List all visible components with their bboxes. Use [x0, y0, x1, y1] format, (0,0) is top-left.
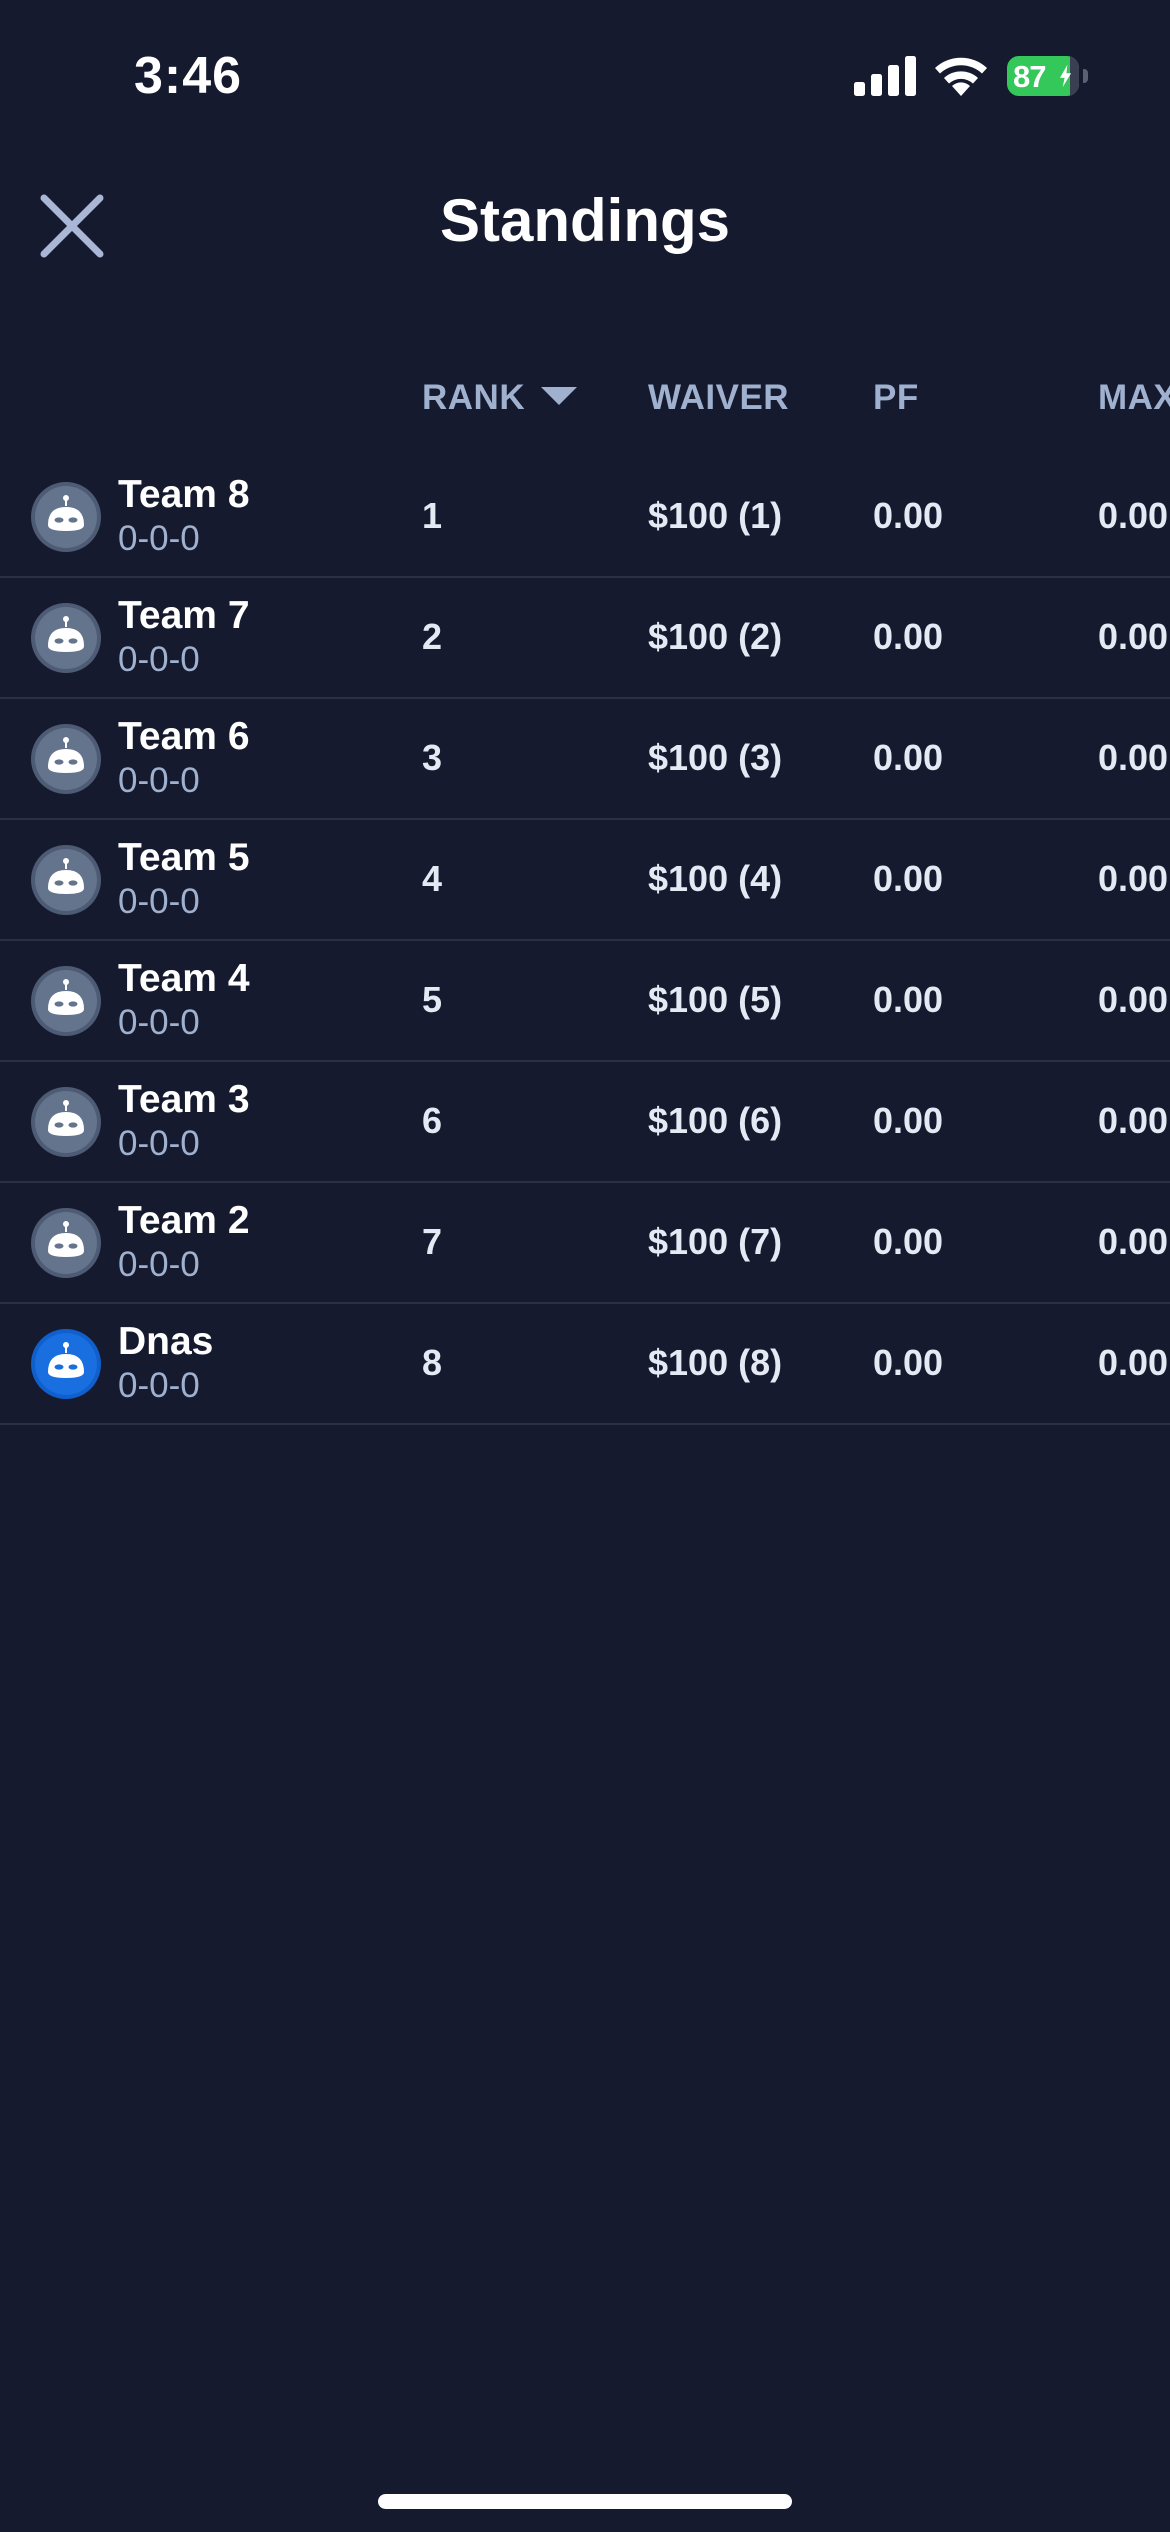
page-title: Standings — [439, 187, 730, 254]
team-name: Team 4 — [118, 957, 250, 1000]
waiver-cell: $100 (6) — [648, 1100, 783, 1141]
column-header-waiver[interactable]: WAIVER — [648, 378, 789, 418]
status-bar: 3:46 87 — [0, 0, 1170, 150]
pf-cell: 0.00 — [873, 858, 944, 899]
team-name: Team 7 — [118, 594, 250, 637]
pf-cell: 0.00 — [873, 495, 944, 536]
pf-cell: 0.00 — [873, 979, 944, 1020]
team-name: Team 6 — [118, 715, 250, 758]
team-name: Team 2 — [118, 1199, 250, 1242]
team-name: Team 5 — [118, 836, 250, 879]
rank-cell: 8 — [422, 1342, 443, 1383]
rank-cell: 7 — [422, 1221, 443, 1262]
team-record: 0-0-0 — [118, 1245, 200, 1284]
robot-avatar-icon — [31, 1208, 101, 1278]
battery-tip — [1083, 69, 1088, 83]
column-header-rank[interactable]: RANK — [422, 378, 578, 418]
table-row[interactable]: Team 8 0-0-0 1 $100 (1) 0.00 0.00 — [0, 457, 1170, 578]
sort-descending-icon — [541, 386, 578, 405]
waiver-cell: $100 (3) — [648, 737, 783, 778]
robot-avatar-icon — [31, 1087, 101, 1157]
battery-indicator: 87 — [1007, 56, 1089, 96]
pf-cell: 0.00 — [873, 737, 944, 778]
rank-cell: 3 — [422, 737, 443, 778]
table-row[interactable]: Team 4 0-0-0 5 $100 (5) 0.00 0.00 — [0, 941, 1170, 1062]
waiver-cell: $100 (4) — [648, 858, 783, 899]
column-header-rank-label: RANK — [422, 378, 526, 417]
rank-cell: 2 — [422, 616, 443, 657]
rank-cell: 1 — [422, 495, 443, 536]
rank-cell: 4 — [422, 858, 443, 899]
max-cell: 0.00 — [1098, 1221, 1169, 1262]
pf-cell: 0.00 — [873, 1221, 944, 1262]
max-cell: 0.00 — [1098, 1100, 1169, 1141]
home-indicator[interactable] — [378, 2494, 792, 2509]
pf-cell: 0.00 — [873, 1100, 944, 1141]
team-record: 0-0-0 — [118, 761, 200, 800]
team-record: 0-0-0 — [118, 882, 200, 921]
table-row[interactable]: Team 7 0-0-0 2 $100 (2) 0.00 0.00 — [0, 578, 1170, 699]
waiver-cell: $100 (2) — [648, 616, 783, 657]
robot-avatar-icon — [31, 1329, 101, 1399]
team-name: Team 8 — [118, 473, 250, 516]
waiver-cell: $100 (7) — [648, 1221, 783, 1262]
wifi-icon — [935, 57, 987, 96]
robot-avatar-icon — [31, 482, 101, 552]
robot-avatar-icon — [31, 724, 101, 794]
table-row[interactable]: Team 5 0-0-0 4 $100 (4) 0.00 0.00 — [0, 820, 1170, 941]
robot-avatar-icon — [31, 845, 101, 915]
team-record: 0-0-0 — [118, 1003, 200, 1042]
column-header-max[interactable]: MAX — [1098, 378, 1170, 418]
waiver-cell: $100 (1) — [648, 495, 783, 536]
team-name: Dnas — [118, 1320, 214, 1363]
battery-fill: 87 — [1007, 56, 1079, 96]
table-row[interactable]: Team 6 0-0-0 3 $100 (3) 0.00 0.00 — [0, 699, 1170, 820]
table-row[interactable]: Team 3 0-0-0 6 $100 (6) 0.00 0.00 — [0, 1062, 1170, 1183]
robot-avatar-icon — [31, 966, 101, 1036]
charging-bolt-icon — [1059, 64, 1072, 88]
team-record: 0-0-0 — [118, 1124, 200, 1163]
status-time: 3:46 — [134, 47, 243, 105]
team-name: Team 3 — [118, 1078, 250, 1121]
column-header-pf[interactable]: PF — [873, 378, 919, 418]
standings-table: Team 8 0-0-0 1 $100 (1) 0.00 0.00 Team 7… — [0, 457, 1170, 1425]
team-record: 0-0-0 — [118, 1366, 200, 1405]
team-record: 0-0-0 — [118, 640, 200, 679]
rank-cell: 5 — [422, 979, 443, 1020]
table-row[interactable]: Dnas 0-0-0 8 $100 (8) 0.00 0.00 — [0, 1304, 1170, 1425]
max-cell: 0.00 — [1098, 1342, 1169, 1383]
max-cell: 0.00 — [1098, 979, 1169, 1020]
max-cell: 0.00 — [1098, 737, 1169, 778]
waiver-cell: $100 (5) — [648, 979, 783, 1020]
robot-avatar-icon — [31, 603, 101, 673]
pf-cell: 0.00 — [873, 616, 944, 657]
battery-percent: 87 — [1013, 59, 1046, 94]
max-cell: 0.00 — [1098, 495, 1169, 536]
max-cell: 0.00 — [1098, 616, 1169, 657]
max-cell: 0.00 — [1098, 858, 1169, 899]
waiver-cell: $100 (8) — [648, 1342, 783, 1383]
team-record: 0-0-0 — [118, 519, 200, 558]
table-row[interactable]: Team 2 0-0-0 7 $100 (7) 0.00 0.00 — [0, 1183, 1170, 1304]
rank-cell: 6 — [422, 1100, 443, 1141]
pf-cell: 0.00 — [873, 1342, 944, 1383]
cellular-signal-icon — [854, 56, 916, 96]
